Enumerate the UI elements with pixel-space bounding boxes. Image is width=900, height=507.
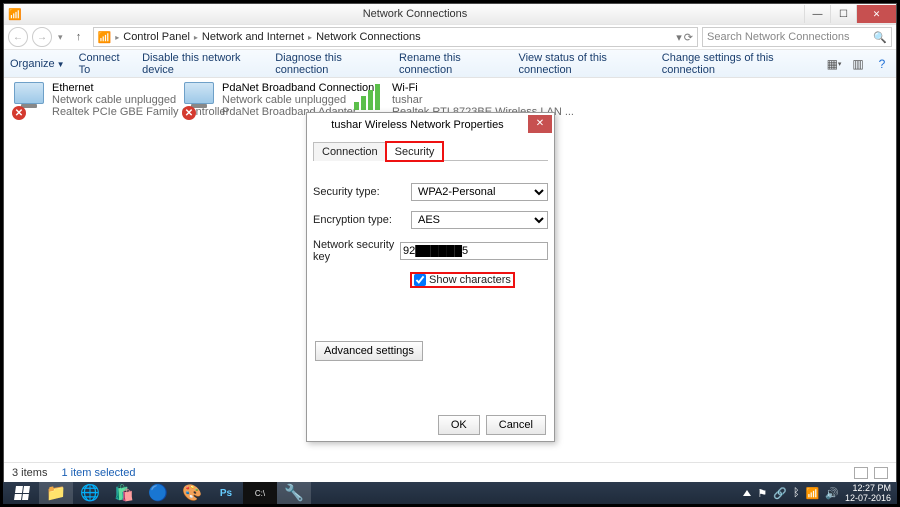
taskbar-app-ie[interactable]: 🌐 bbox=[73, 482, 107, 504]
taskbar-app-store[interactable]: 🛍️ bbox=[107, 482, 141, 504]
unplugged-icon: ✕ bbox=[182, 106, 196, 120]
ok-button[interactable]: OK bbox=[438, 415, 480, 435]
network-key-input[interactable] bbox=[400, 242, 548, 260]
dialog-title: tushar Wireless Network Properties bbox=[307, 119, 528, 131]
status-bar: 3 items 1 item selected bbox=[4, 462, 896, 482]
connection-name: PdaNet Broadband Connection bbox=[222, 82, 374, 94]
up-button[interactable]: ↑ bbox=[69, 27, 89, 47]
tray-time: 12:27 PM bbox=[845, 483, 891, 493]
titlebar: 📶 Network Connections — ☐ ✕ bbox=[4, 4, 896, 24]
start-button[interactable] bbox=[5, 486, 39, 500]
window-icon: 📶 bbox=[4, 8, 26, 21]
tray-volume-icon[interactable]: 🔊 bbox=[825, 487, 839, 500]
taskbar-app-cmd[interactable]: C:\ bbox=[243, 482, 277, 504]
forward-button[interactable]: → bbox=[32, 27, 52, 47]
cmd-change-settings[interactable]: Change settings of this connection bbox=[662, 52, 812, 76]
view-details-button[interactable] bbox=[854, 467, 868, 479]
taskbar-app-settings[interactable]: 🔧 bbox=[277, 482, 311, 504]
maximize-button[interactable]: ☐ bbox=[830, 5, 856, 23]
breadcrumb-segment[interactable]: Network Connections bbox=[316, 31, 421, 43]
refresh-icon[interactable]: ⟳ bbox=[684, 31, 693, 44]
taskbar-app-ps[interactable]: Ps bbox=[209, 482, 243, 504]
tray-date: 12-07-2016 bbox=[845, 493, 891, 503]
cmd-diagnose[interactable]: Diagnose this connection bbox=[275, 52, 385, 76]
show-characters-checkbox[interactable] bbox=[414, 274, 426, 286]
connection-status: tushar bbox=[392, 94, 574, 106]
wifi-properties-dialog: tushar Wireless Network Properties ✕ Con… bbox=[306, 112, 555, 442]
history-dropdown[interactable]: ▾ bbox=[56, 32, 65, 43]
back-button[interactable]: ← bbox=[8, 27, 28, 47]
breadcrumb-segment[interactable]: Control Panel bbox=[123, 31, 190, 43]
search-icon: 🔍 bbox=[873, 31, 887, 44]
security-type-label: Security type: bbox=[313, 186, 411, 198]
taskbar: 📁 🌐 🛍️ 🔵 🎨 Ps C:\ 🔧 ⚑ 🔗 ᛒ 📶 🔊 12:27 PM 1… bbox=[3, 482, 897, 504]
network-key-label: Network security key bbox=[313, 239, 400, 263]
cmd-disable[interactable]: Disable this network device bbox=[142, 52, 261, 76]
navbar: ← → ▾ ↑ 📶 ▸ Control Panel ▸ Network and … bbox=[4, 24, 896, 50]
organize-menu[interactable]: Organize▼ bbox=[10, 58, 65, 70]
taskbar-app-paint[interactable]: 🎨 bbox=[175, 482, 209, 504]
search-placeholder: Search Network Connections bbox=[707, 31, 849, 43]
tray-flag-icon[interactable]: ⚑ bbox=[757, 487, 767, 500]
connection-name: Wi-Fi bbox=[392, 82, 574, 94]
status-selected: 1 item selected bbox=[61, 467, 135, 479]
minimize-button[interactable]: — bbox=[804, 5, 830, 23]
address-icon: 📶 bbox=[98, 31, 112, 44]
encryption-type-select[interactable]: AES bbox=[411, 211, 548, 229]
taskbar-app-chrome[interactable]: 🔵 bbox=[141, 482, 175, 504]
tray-overflow-button[interactable] bbox=[743, 490, 751, 496]
help-button[interactable]: ? bbox=[874, 56, 890, 72]
window-title: Network Connections bbox=[26, 8, 804, 20]
close-button[interactable]: ✕ bbox=[856, 5, 896, 23]
advanced-settings-button[interactable]: Advanced settings bbox=[315, 341, 423, 361]
encryption-type-label: Encryption type: bbox=[313, 214, 411, 226]
cmd-rename[interactable]: Rename this connection bbox=[399, 52, 504, 76]
search-input[interactable]: Search Network Connections 🔍 bbox=[702, 27, 892, 47]
show-characters-wrap: Show characters bbox=[411, 273, 514, 287]
view-icons-button[interactable]: ▦▾ bbox=[826, 56, 842, 72]
cancel-button[interactable]: Cancel bbox=[486, 415, 546, 435]
breadcrumb-segment[interactable]: Network and Internet bbox=[202, 31, 304, 43]
tab-connection[interactable]: Connection bbox=[313, 142, 387, 161]
view-large-button[interactable] bbox=[874, 467, 888, 479]
dialog-tabs: Connection Security bbox=[313, 141, 548, 161]
tray-clock[interactable]: 12:27 PM 12-07-2016 bbox=[845, 483, 891, 503]
cmd-connect-to[interactable]: Connect To bbox=[79, 52, 129, 76]
tray-link-icon[interactable]: 🔗 bbox=[773, 487, 787, 500]
preview-pane-button[interactable]: ▥ bbox=[850, 56, 866, 72]
system-tray: ⚑ 🔗 ᛒ 📶 🔊 12:27 PM 12-07-2016 bbox=[743, 483, 895, 503]
address-bar[interactable]: 📶 ▸ Control Panel ▸ Network and Internet… bbox=[93, 27, 698, 47]
wifi-icon bbox=[354, 82, 384, 110]
status-items-count: 3 items bbox=[12, 467, 47, 479]
dialog-close-button[interactable]: ✕ bbox=[528, 115, 552, 133]
nic-icon bbox=[14, 82, 44, 104]
connection-status: Network cable unplugged bbox=[222, 94, 374, 106]
show-characters-label: Show characters bbox=[429, 274, 511, 286]
nic-icon bbox=[184, 82, 214, 104]
command-bar: Organize▼ Connect To Disable this networ… bbox=[4, 50, 896, 78]
unplugged-icon: ✕ bbox=[12, 106, 26, 120]
security-type-select[interactable]: WPA2-Personal bbox=[411, 183, 548, 201]
taskbar-app-explorer[interactable]: 📁 bbox=[39, 482, 73, 504]
tray-wifi-icon[interactable]: 📶 bbox=[806, 487, 820, 500]
tray-bt-icon[interactable]: ᛒ bbox=[793, 487, 800, 499]
cmd-view-status[interactable]: View status of this connection bbox=[518, 52, 647, 76]
tab-security[interactable]: Security bbox=[386, 142, 444, 161]
